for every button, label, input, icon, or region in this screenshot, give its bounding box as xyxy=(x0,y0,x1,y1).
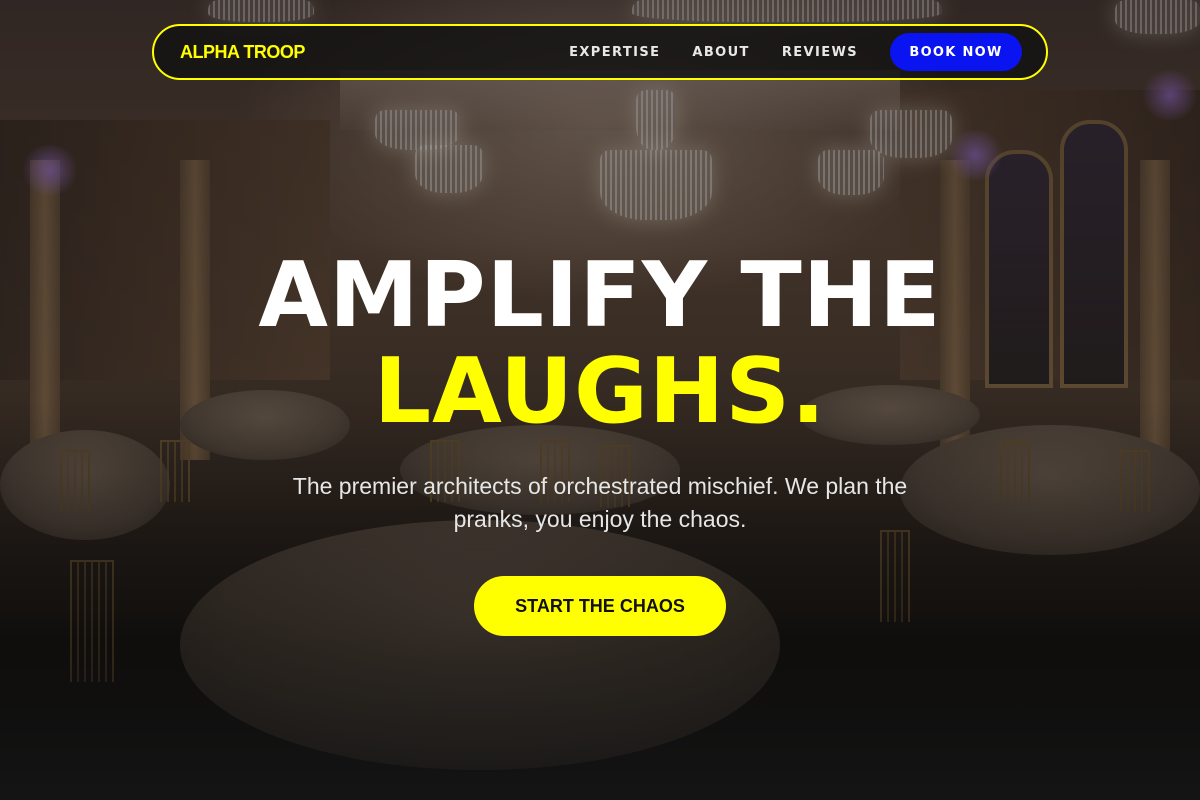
hero-section: AMPLIFY THE LAUGHS. The premier architec… xyxy=(0,248,1200,636)
start-the-chaos-button[interactable]: START THE CHAOS xyxy=(474,576,726,636)
nav-links: EXPERTISE ABOUT REVIEWS BOOK NOW xyxy=(569,33,1022,71)
book-now-button[interactable]: BOOK NOW xyxy=(890,33,1022,71)
nav-link-expertise[interactable]: EXPERTISE xyxy=(569,45,660,60)
hero-subtitle: The premier architects of orchestrated m… xyxy=(292,473,908,532)
hero-title: AMPLIFY THE LAUGHS. xyxy=(0,248,1200,440)
nav-link-reviews[interactable]: REVIEWS xyxy=(782,45,858,60)
navbar: ALPHA TROOP EXPERTISE ABOUT REVIEWS BOOK… xyxy=(152,24,1048,80)
hero-title-line2: LAUGHS. xyxy=(373,339,827,444)
hero-title-line1: AMPLIFY THE xyxy=(258,243,942,348)
brand-logo[interactable]: ALPHA TROOP xyxy=(180,42,305,63)
nav-link-about[interactable]: ABOUT xyxy=(692,45,749,60)
